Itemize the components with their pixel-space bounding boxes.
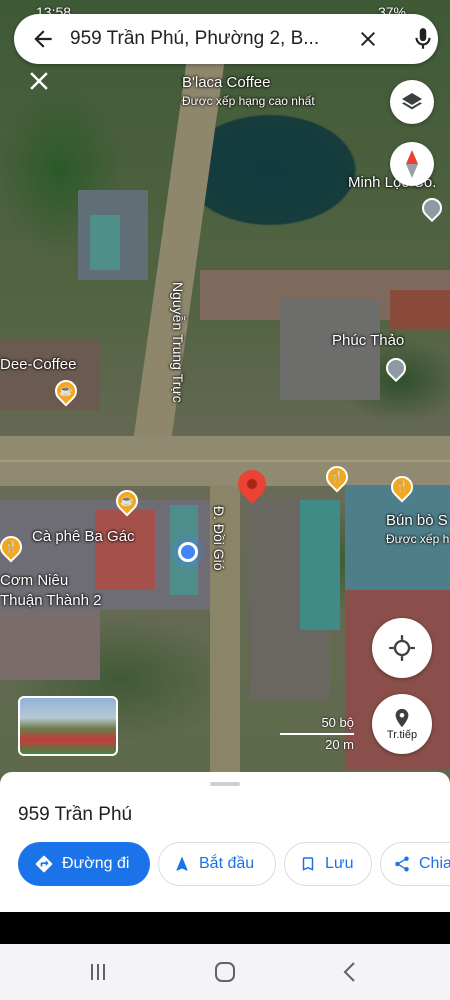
- search-query[interactable]: 959 Trần Phú, Phường 2, B...: [70, 28, 350, 50]
- poi-label-dee-coffee[interactable]: Dee-Coffee: [0, 356, 76, 373]
- building-roof: [300, 500, 340, 630]
- my-location-button[interactable]: [372, 618, 432, 678]
- layers-button[interactable]: [390, 80, 434, 124]
- scale-label-feet: 50 bộ: [321, 715, 354, 730]
- search-bar[interactable]: 959 Trần Phú, Phường 2, B...: [14, 14, 438, 64]
- building: [280, 300, 380, 400]
- map-scale: 50 bộ 20 m: [280, 715, 354, 755]
- building-roof: [95, 510, 155, 590]
- crosshair-icon: [389, 635, 415, 661]
- keyboard-gap: [0, 912, 450, 944]
- save-label: Lưu: [325, 855, 354, 872]
- street-label-nguyen-trung-truc: Nguyễn Trung Trực: [170, 282, 186, 403]
- mic-icon[interactable]: [410, 26, 436, 52]
- share-label: Chia: [419, 855, 450, 872]
- bookmark-icon: [302, 857, 314, 871]
- poi-label-bun-bo[interactable]: Bún bò S: [386, 512, 448, 529]
- home-icon[interactable]: [211, 958, 239, 986]
- save-button[interactable]: Lưu: [284, 842, 372, 886]
- scale-bar: [280, 733, 354, 735]
- poi-sublabel-blaca: Được xếp hạng cao nhất: [182, 94, 315, 108]
- place-pin-phuc-thao[interactable]: [381, 353, 411, 383]
- building-pool: [90, 215, 120, 270]
- poi-label-blaca[interactable]: B'laca Coffee: [182, 74, 270, 91]
- navigation-icon: [395, 708, 409, 728]
- poi-label-ca-phe-ba-gac[interactable]: Cà phê Ba Gác: [32, 528, 135, 545]
- share-button[interactable]: Chia: [380, 842, 450, 886]
- poi-sublabel-bun-bo: Được xếp h: [386, 532, 450, 546]
- layers-icon: [402, 93, 422, 110]
- poi-label-com-nieu[interactable]: Cơm Niêu: [0, 572, 68, 589]
- directions-fab[interactable]: Tr.tiếp: [372, 694, 432, 754]
- street-label-doi-gio: Đ. Đồi Gió: [211, 506, 227, 571]
- poi-label-thuan-thanh: Thuận Thành 2: [0, 592, 102, 609]
- building: [0, 610, 100, 680]
- clear-icon[interactable]: [356, 27, 380, 51]
- close-icon[interactable]: [24, 66, 54, 96]
- place-title: 959 Trần Phú: [18, 804, 133, 825]
- compass-icon: [406, 150, 418, 178]
- my-location-dot: [178, 542, 198, 562]
- sheet-drag-handle[interactable]: [210, 782, 240, 786]
- place-bottom-sheet[interactable]: 959 Trần Phú Đường đi Bắt đầu Lưu Chia: [0, 772, 450, 912]
- recent-apps-icon[interactable]: [84, 958, 112, 986]
- building-roof: [390, 290, 450, 330]
- directions-fab-label: Tr.tiếp: [386, 729, 418, 741]
- street-view-thumbnail[interactable]: [18, 696, 118, 756]
- start-button[interactable]: Bắt đầu: [158, 842, 276, 886]
- system-nav-bar: [0, 944, 450, 1000]
- back-icon[interactable]: [336, 958, 364, 986]
- compass-button[interactable]: [390, 142, 434, 186]
- scale-label-meters: 20 m: [325, 737, 354, 752]
- directions-label: Đường đi: [62, 855, 130, 872]
- place-pin-minh-loc[interactable]: [417, 193, 447, 223]
- start-label: Bắt đầu: [199, 855, 255, 872]
- building: [0, 340, 100, 410]
- directions-icon: [35, 855, 53, 873]
- poi-label-phuc-thao[interactable]: Phúc Thảo: [332, 332, 404, 349]
- directions-button[interactable]: Đường đi: [18, 842, 150, 886]
- navigation-arrow-icon: [176, 856, 188, 871]
- back-arrow-icon[interactable]: [30, 26, 56, 52]
- road-tran-phu: [0, 436, 450, 486]
- share-icon: [395, 856, 409, 872]
